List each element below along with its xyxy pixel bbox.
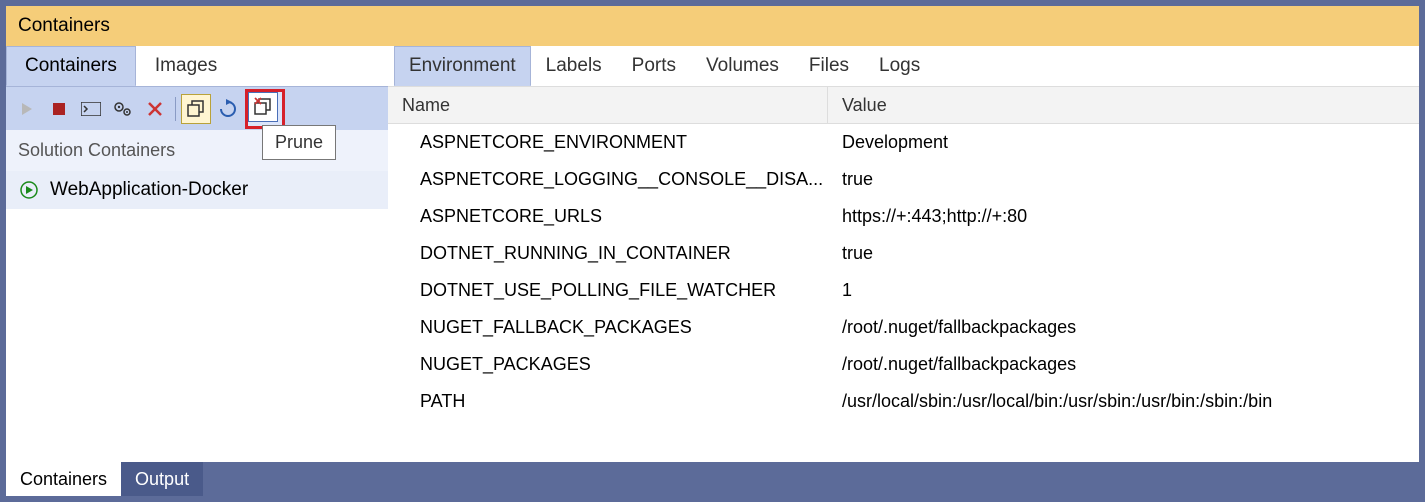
table-row[interactable]: DOTNET_USE_POLLING_FILE_WATCHER1	[388, 272, 1419, 309]
bottom-tabs: Containers Output	[6, 462, 1419, 496]
stop-icon	[52, 102, 66, 116]
play-button[interactable]	[12, 94, 42, 124]
window-title-bar: Containers	[6, 6, 1419, 46]
tab-files[interactable]: Files	[794, 46, 864, 86]
container-name: WebApplication-Docker	[50, 179, 248, 201]
bottom-tab-containers[interactable]: Containers	[6, 462, 121, 496]
bottom-tab-output[interactable]: Output	[121, 462, 203, 496]
containers-tool-window: Containers Containers Images	[6, 6, 1419, 496]
settings-button[interactable]	[108, 94, 138, 124]
play-icon	[20, 102, 34, 116]
grid-header: Name Value	[388, 86, 1419, 124]
stop-button[interactable]	[44, 94, 74, 124]
table-row[interactable]: PATH/usr/local/sbin:/usr/local/bin:/usr/…	[388, 383, 1419, 420]
tab-environment[interactable]: Environment	[394, 46, 531, 86]
grid-body: ASPNETCORE_ENVIRONMENTDevelopment ASPNET…	[388, 124, 1419, 462]
column-value[interactable]: Value	[828, 95, 1419, 116]
window-title: Containers	[18, 15, 110, 37]
table-row[interactable]: ASPNETCORE_ENVIRONMENTDevelopment	[388, 124, 1419, 161]
tab-containers[interactable]: Containers	[6, 46, 136, 86]
tab-images[interactable]: Images	[136, 46, 236, 86]
main-area: Containers Images	[6, 46, 1419, 462]
left-pane: Containers Images	[6, 46, 388, 462]
gear-icon	[113, 101, 133, 117]
prune-button-highlighted[interactable]	[245, 89, 285, 129]
terminal-button[interactable]	[76, 94, 106, 124]
refresh-icon	[218, 99, 238, 119]
delete-button[interactable]	[140, 94, 170, 124]
prune-tooltip: Prune	[262, 125, 336, 160]
toolbar: Prune	[6, 86, 388, 130]
left-tabs: Containers Images	[6, 46, 388, 86]
column-name[interactable]: Name	[388, 87, 828, 123]
table-row[interactable]: DOTNET_RUNNING_IN_CONTAINERtrue	[388, 235, 1419, 272]
x-icon	[147, 101, 163, 117]
detail-tabs: Environment Labels Ports Volumes Files L…	[388, 46, 1419, 86]
tab-labels[interactable]: Labels	[531, 46, 617, 86]
prune-stopped-button[interactable]	[181, 94, 211, 124]
toolbar-separator	[175, 97, 176, 121]
tab-ports[interactable]: Ports	[617, 46, 691, 86]
table-row[interactable]: NUGET_FALLBACK_PACKAGES/root/.nuget/fall…	[388, 309, 1419, 346]
prune-icon	[253, 97, 273, 117]
right-pane: Environment Labels Ports Volumes Files L…	[388, 46, 1419, 462]
table-row[interactable]: ASPNETCORE_LOGGING__CONSOLE__DISA...true	[388, 161, 1419, 198]
stack-icon	[187, 100, 205, 118]
running-icon	[20, 181, 38, 199]
refresh-button[interactable]	[213, 94, 243, 124]
container-item[interactable]: WebApplication-Docker	[6, 171, 388, 209]
terminal-icon	[81, 102, 101, 116]
table-row[interactable]: ASPNETCORE_URLShttps://+:443;http://+:80	[388, 198, 1419, 235]
table-row[interactable]: NUGET_PACKAGES/root/.nuget/fallbackpacka…	[388, 346, 1419, 383]
tab-logs[interactable]: Logs	[864, 46, 935, 86]
tab-volumes[interactable]: Volumes	[691, 46, 794, 86]
